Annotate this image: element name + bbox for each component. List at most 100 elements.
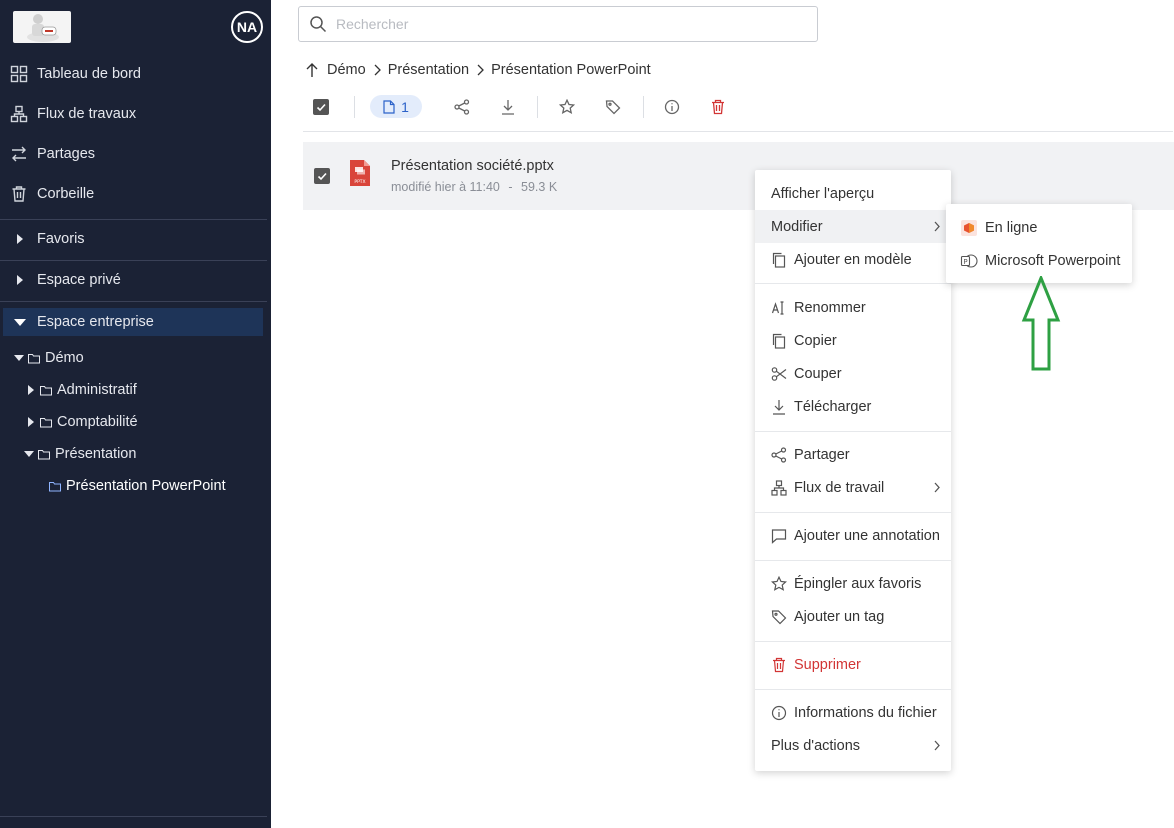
rename-icon (771, 300, 784, 315)
chevron-right-icon (374, 64, 381, 76)
section-private-space[interactable]: Espace privé (0, 261, 267, 299)
caret-right-icon (17, 275, 23, 285)
section-favorites[interactable]: Favoris (0, 220, 267, 258)
menu-delete[interactable]: Supprimer (755, 648, 951, 681)
share-icon (771, 446, 787, 463)
chevron-right-icon (934, 740, 940, 751)
file-row[interactable]: PPTX Présentation société.pptx modifié h… (303, 142, 1174, 210)
share-icon (454, 99, 470, 115)
annotation-arrow-icon (1021, 276, 1061, 371)
menu-rename[interactable]: Renommer (755, 291, 951, 324)
nav-dashboard[interactable]: Tableau de bord (0, 54, 271, 94)
workflow-icon (771, 479, 787, 496)
breadcrumb-item[interactable]: Présentation (388, 62, 469, 78)
caret-right-icon (28, 385, 34, 395)
menu-cut[interactable]: Couper (755, 357, 951, 390)
menu-divider (755, 689, 951, 690)
menu-label: Épingler aux favoris (794, 575, 922, 592)
nav-shares[interactable]: Partages (0, 134, 271, 174)
workflow-icon (10, 105, 28, 123)
svg-text:P: P (963, 258, 967, 266)
search-icon (310, 16, 327, 33)
menu-label: Informations du fichier (794, 704, 937, 721)
meta-separator: - (508, 180, 513, 194)
comment-icon (771, 528, 787, 544)
divider (0, 816, 267, 817)
menu-label: Ajouter une annotation (794, 527, 940, 544)
caret-right-icon (17, 234, 23, 244)
menu-label: Renommer (794, 299, 866, 316)
menu-label: Flux de travail (794, 479, 885, 496)
menu-copy[interactable]: Copier (755, 324, 951, 357)
menu-label: Microsoft Powerpoint (985, 252, 1121, 269)
menu-edit[interactable]: Modifier (755, 210, 951, 243)
menu-workflow[interactable]: Flux de travail (755, 471, 951, 504)
scissors-icon (771, 366, 787, 381)
tree-item-administratif[interactable]: Administratif (26, 375, 137, 405)
selection-count: 1 (401, 98, 409, 115)
select-all-checkbox[interactable] (313, 97, 329, 117)
search-input[interactable] (336, 16, 796, 32)
tree-item-demo[interactable]: Démo (14, 343, 84, 373)
file-checkbox[interactable] (314, 168, 330, 184)
file-name[interactable]: Présentation société.pptx (391, 158, 554, 174)
delete-button[interactable] (709, 97, 727, 117)
svg-text:PPTX: PPTX (354, 179, 365, 185)
file-meta: modifié hier à 11:40 - 59.3 K (391, 180, 557, 194)
menu-divider (755, 431, 951, 432)
tree-item-presentation-powerpoint[interactable]: Présentation PowerPoint (49, 471, 226, 501)
caret-down-icon (14, 319, 26, 326)
menu-share[interactable]: Partager (755, 438, 951, 471)
grid-icon (10, 65, 28, 83)
info-button[interactable] (663, 97, 681, 117)
sidebar: NA Tableau de bord Flux de travaux Parta… (0, 0, 271, 828)
divider (0, 301, 267, 302)
menu-annotate[interactable]: Ajouter une annotation (755, 519, 951, 552)
menu-label: Ajouter en modèle (794, 251, 912, 268)
tree-label: Présentation PowerPoint (66, 478, 226, 494)
tree-item-comptabilite[interactable]: Comptabilité (26, 407, 138, 437)
breadcrumb-item[interactable]: Démo (327, 62, 366, 78)
trash-icon (12, 186, 26, 202)
menu-download[interactable]: Télécharger (755, 390, 951, 423)
selection-count-badge[interactable]: 1 (370, 95, 422, 118)
menu-divider (755, 560, 951, 561)
menu-pin-favorite[interactable]: Épingler aux favoris (755, 567, 951, 600)
menu-label: Télécharger (794, 398, 872, 415)
nav-label: Corbeille (37, 186, 95, 202)
nav-workflows[interactable]: Flux de travaux (0, 94, 271, 134)
share-button[interactable] (453, 97, 471, 117)
menu-preview[interactable]: Afficher l'aperçu (755, 177, 951, 210)
submenu-edit-online[interactable]: En ligne (946, 211, 1132, 244)
swap-arrows-icon (12, 146, 26, 162)
tag-button[interactable] (604, 97, 622, 117)
arrow-up-icon[interactable] (305, 62, 319, 78)
chevron-right-icon (934, 482, 940, 493)
edit-submenu: En ligne P Microsoft Powerpoint (946, 204, 1132, 283)
download-icon (502, 100, 514, 115)
submenu-edit-desktop[interactable]: P Microsoft Powerpoint (946, 244, 1132, 277)
favorite-button[interactable] (558, 97, 576, 117)
pptx-file-icon: PPTX (350, 160, 370, 186)
menu-label: Afficher l'aperçu (771, 185, 875, 202)
trash-icon (773, 657, 785, 672)
menu-add-template[interactable]: Ajouter en modèle (755, 243, 951, 276)
app-logo[interactable] (13, 11, 71, 43)
nav-trash[interactable]: Corbeille (0, 174, 271, 214)
folder-icon (49, 481, 61, 491)
menu-label: Ajouter un tag (794, 608, 885, 625)
download-button[interactable] (499, 97, 517, 117)
chevron-right-icon (477, 64, 485, 76)
menu-add-tag[interactable]: Ajouter un tag (755, 600, 951, 633)
star-icon (559, 99, 575, 114)
section-company-space[interactable]: Espace entreprise (3, 308, 263, 336)
menu-label: Supprimer (794, 656, 861, 673)
tree-item-presentation[interactable]: Présentation (24, 439, 136, 469)
folder-icon (40, 417, 52, 427)
menu-divider (755, 641, 951, 642)
star-icon (771, 575, 787, 591)
search-bar[interactable] (298, 6, 818, 42)
user-avatar[interactable]: NA (231, 11, 263, 43)
menu-more-actions[interactable]: Plus d'actions (755, 729, 951, 762)
menu-file-info[interactable]: Informations du fichier (755, 696, 951, 729)
